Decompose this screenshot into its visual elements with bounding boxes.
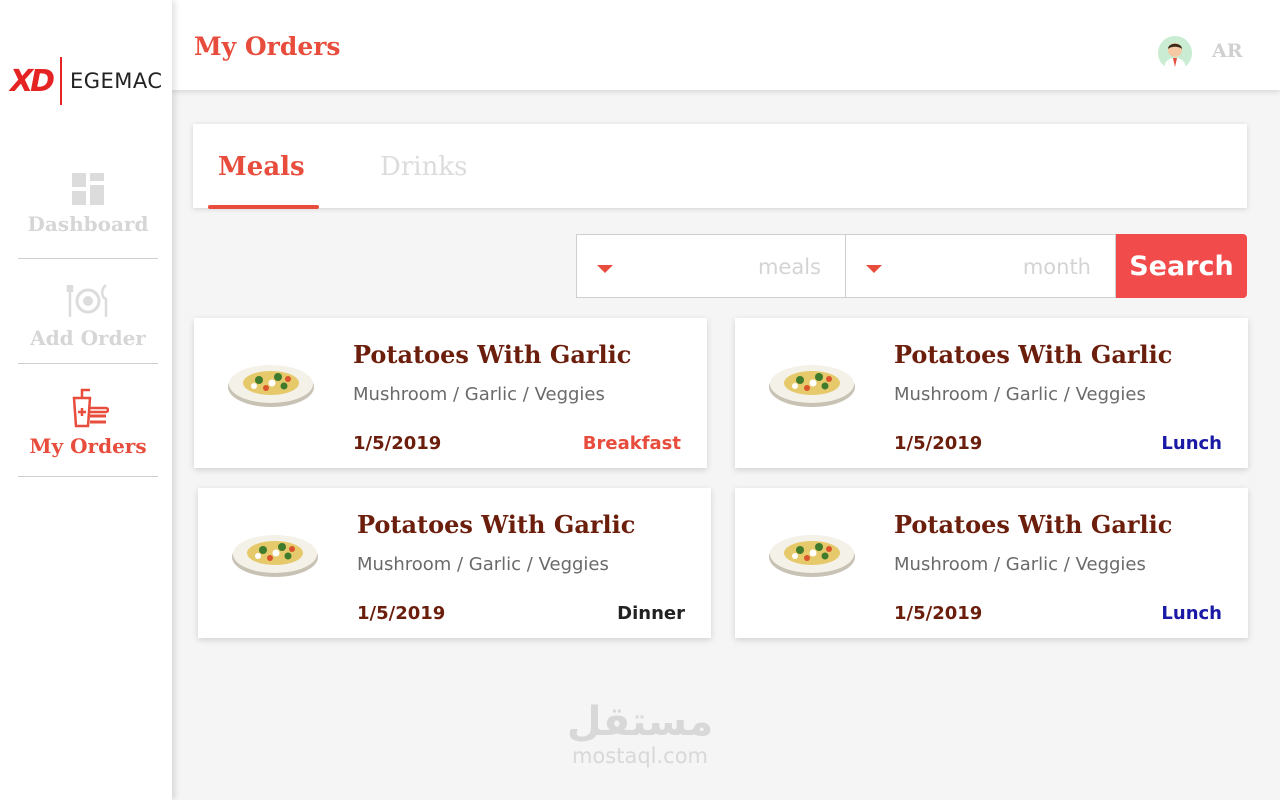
meal-plate-icon [769,535,855,577]
caret-down-icon [597,265,613,273]
watermark-latin: mostaql.com [571,744,709,768]
order-card[interactable]: Potatoes With Garlic Mushroom / Garlic /… [198,488,711,638]
brand-name: EGEMAC [70,69,163,93]
sidebar-item-add-order[interactable]: Add Order [18,282,158,364]
sidebar-item-label: My Orders [29,434,147,458]
dashboard-icon [72,173,104,205]
order-ingredients: Mushroom / Garlic / Veggies [894,384,1146,405]
search-bar: meals month Search [576,234,1247,298]
month-select-placeholder: month [1022,255,1091,279]
order-title: Potatoes With Garlic [357,510,636,539]
caret-down-icon [866,265,882,273]
watermark: مستقل mostaql.com [560,700,720,768]
order-meal-type: Lunch [1161,603,1222,624]
brand-logo[interactable]: XD EGEMAC [10,56,163,106]
order-meal-type: Dinner [617,603,685,624]
search-button[interactable]: Search [1116,234,1247,298]
meals-select[interactable]: meals [576,234,846,298]
active-tab-indicator [208,205,319,209]
order-ingredients: Mushroom / Garlic / Veggies [894,554,1146,575]
order-date: 1/5/2019 [353,433,442,454]
order-date: 1/5/2019 [894,433,983,454]
order-ingredients: Mushroom / Garlic / Veggies [353,384,605,405]
brand-mark: XD [10,63,55,99]
order-card[interactable]: Potatoes With Garlic Mushroom / Garlic /… [194,318,707,468]
order-card[interactable]: Potatoes With Garlic Mushroom / Garlic /… [735,318,1248,468]
dining-icon [66,284,108,317]
order-card[interactable]: Potatoes With Garlic Mushroom / Garlic /… [735,488,1248,638]
order-date: 1/5/2019 [357,603,446,624]
order-date: 1/5/2019 [894,603,983,624]
tab-meals[interactable]: Meals [218,152,305,182]
meals-select-placeholder: meals [757,255,821,279]
user-avatar-icon[interactable] [1158,36,1192,70]
watermark-arabic: مستقل [566,699,714,745]
month-select[interactable]: month [846,234,1116,298]
meal-plate-icon [769,365,855,407]
page-title: My Orders [194,32,341,61]
language-switch[interactable]: AR [1212,40,1243,62]
order-title: Potatoes With Garlic [353,340,632,369]
sidebar-item-label: Dashboard [27,212,149,236]
sidebar: XD EGEMAC Dashboard Add Order My Orders [0,0,172,800]
meal-plate-icon [232,535,318,577]
logo-divider [60,57,62,105]
order-meal-type: Lunch [1161,433,1222,454]
meal-plate-icon [228,365,314,407]
tab-drinks[interactable]: Drinks [380,152,467,182]
orders-icon [72,388,109,428]
order-meal-type: Breakfast [582,433,681,454]
category-tabs: Meals Drinks [193,124,1247,209]
sidebar-item-my-orders[interactable]: My Orders [18,386,158,477]
sidebar-item-label: Add Order [30,326,146,350]
order-title: Potatoes With Garlic [894,510,1173,539]
order-ingredients: Mushroom / Garlic / Veggies [357,554,609,575]
sidebar-item-dashboard[interactable]: Dashboard [18,172,158,259]
order-title: Potatoes With Garlic [894,340,1173,369]
top-header: My Orders AR [172,0,1280,90]
